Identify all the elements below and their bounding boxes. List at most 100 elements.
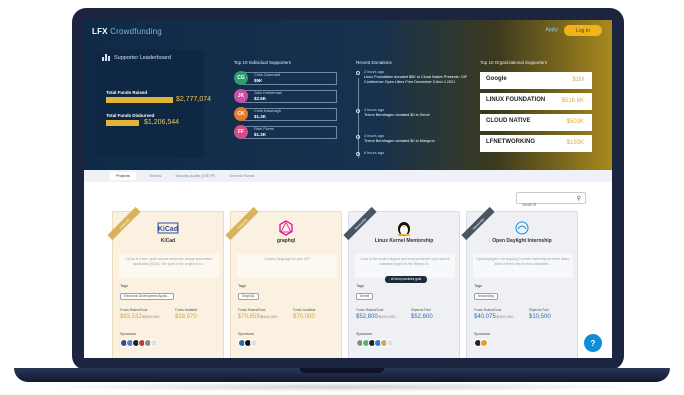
- tags-label: Tags: [238, 284, 247, 288]
- donation-text: Trevor Bernhagen donated $0 to Serve: [364, 113, 430, 117]
- org-item[interactable]: LFNETWORKING $193K: [480, 135, 592, 152]
- project-card[interactable]: Featured graphql A query language for your…: [225, 206, 342, 358]
- disbursed-label: Total Funds Disbursed: [106, 113, 155, 118]
- laptop-shadow: [40, 382, 644, 392]
- supporter-item[interactable]: Fidel Flores $1.3K FF: [234, 124, 338, 140]
- funds-available-value: $70,000: [293, 314, 315, 320]
- tags-label: Tags: [356, 284, 365, 288]
- org-name: CLOUD NATIVE: [486, 118, 531, 124]
- sponsors-label: Sponsors: [474, 332, 491, 336]
- org-name: Google: [486, 76, 507, 82]
- sponsor-avatars: [356, 339, 394, 347]
- tab-general-funds[interactable]: General Funds: [229, 174, 254, 178]
- raised-label: Total Funds Raised: [106, 90, 148, 95]
- login-button[interactable]: Log In: [564, 25, 602, 36]
- bar-chart-icon: [102, 54, 110, 61]
- funds-raised-value: $83,532/$100,000: [120, 314, 160, 320]
- opendaylight-logo-icon: [467, 220, 577, 236]
- project-card[interactable]: Mentorship Open Daylight Internship OpenDa…: [461, 206, 578, 358]
- project-card[interactable]: Mentorship Linux Kernel Mentorship Linux i…: [343, 206, 460, 358]
- funds-available-label: Funds Available: [175, 308, 198, 312]
- leaderboard-panel: [96, 50, 204, 158]
- supporter-avatar: CG: [234, 71, 248, 85]
- donation-text: Trevor Bernhagen donated $0 to Mangroo: [364, 139, 435, 143]
- search-input[interactable]: [517, 199, 573, 210]
- supporter-box: John Kreherman $2.5K: [243, 90, 337, 103]
- donations-title: Recent Donations: [356, 60, 392, 65]
- org-name: LFNETWORKING: [486, 139, 535, 145]
- funds-raised-value: $70,659/$100,000: [238, 314, 278, 320]
- tab-security-audits-ostif[interactable]: Security Audits (OSTIF): [175, 174, 215, 178]
- tab-projects[interactable]: Projects: [110, 172, 136, 180]
- supporter-item[interactable]: Chris Kassnagh $1.3K CK: [234, 106, 338, 122]
- timeline-dot: [356, 152, 360, 156]
- card-description: A query language for your API: [237, 254, 337, 278]
- supporter-box: Chris Kassnagh $1.3K: [243, 108, 337, 121]
- disbursed-value: $1,206,544: [144, 119, 180, 126]
- tags-label: Tags: [120, 284, 129, 288]
- org-item[interactable]: LINUX FOUNDATION $516.6K: [480, 93, 592, 110]
- supporter-item[interactable]: John Kreherman $2.5K JK: [234, 88, 338, 104]
- sponsors-label: Sponsors: [238, 332, 255, 336]
- tag-chip[interactable]: Kernel: [356, 293, 374, 300]
- tags-label: Tags: [474, 284, 483, 288]
- kicad-logo-icon: KiCad: [113, 220, 223, 236]
- raised-amount: $70,659: [238, 314, 260, 320]
- donation-time: 6 hours ago: [364, 151, 385, 155]
- supporter-avatar: CK: [234, 107, 248, 121]
- help-button[interactable]: ?: [584, 334, 602, 352]
- funds-available-label: Stipends Paid: [411, 308, 431, 312]
- card-description: KiCad is a free, open source electronic …: [119, 254, 219, 278]
- search-icon[interactable]: ⚲: [577, 195, 581, 202]
- graphql-logo-icon: [231, 220, 341, 236]
- donation-time: 4 hours ago: [364, 134, 385, 138]
- raised-amount: $52,800: [356, 314, 378, 320]
- donation-text: Linux Foundation donated $5K to Cloud Na…: [364, 75, 468, 84]
- apply-link[interactable]: Apply: [545, 27, 558, 33]
- funds-available-label: Funds Available: [293, 308, 316, 312]
- avatar[interactable]: [480, 339, 488, 347]
- tab-events[interactable]: Events: [150, 174, 162, 178]
- tag-chip[interactable]: GraphQL: [238, 293, 260, 300]
- timeline-line: [358, 78, 359, 158]
- raised-amount: $83,532: [120, 314, 142, 320]
- supporter-item[interactable]: Chris Guernsell $5K CG: [234, 70, 338, 86]
- card-title: Linux Kernel Mentorship: [374, 238, 434, 244]
- funds-raised-value: $40,075/$100,000: [474, 314, 514, 320]
- timeline-dot: [356, 109, 360, 113]
- raised-value: $2,777,074: [176, 96, 212, 103]
- card-title: graphql: [276, 238, 296, 244]
- avatar[interactable]: [150, 339, 158, 347]
- donation-time: 2 hours ago: [364, 70, 385, 74]
- funds-raised-value: $52,800/$100,000: [356, 314, 396, 320]
- sponsor-avatars: [474, 339, 488, 347]
- tag-chip[interactable]: Electronic Development Applic...: [120, 293, 174, 300]
- supporter-avatar: JK: [234, 89, 248, 103]
- funds-raised-label: Funds Raised/Goal: [474, 308, 502, 312]
- org-name: LINUX FOUNDATION: [486, 97, 546, 103]
- tux-penguin-icon: [349, 220, 459, 236]
- supporter-amount: $2.5K: [254, 96, 267, 101]
- funds-raised-label: Funds Raised/Goal: [356, 308, 384, 312]
- card-description: Linux is the world's largest and most pe…: [355, 254, 455, 278]
- browser-screen: LFX Crowdfunding Apply Log In Supporter …: [84, 20, 612, 358]
- card-title: KiCad: [160, 238, 176, 244]
- sponsors-label: Sponsors: [120, 332, 137, 336]
- timeline-dot: [356, 71, 360, 75]
- project-card[interactable]: Featured KiCad KiCad KiCad is a free, open …: [107, 206, 224, 358]
- avatar[interactable]: [386, 339, 394, 347]
- tab-bar: Projects Events Security Audits (OSTIF) Gen…: [84, 170, 612, 182]
- tag-chip[interactable]: Networking: [474, 293, 498, 300]
- org-item[interactable]: Google $1M: [480, 72, 592, 89]
- supporter-avatar: FF: [234, 125, 248, 139]
- avatar[interactable]: [250, 339, 258, 347]
- org-item[interactable]: CLOUD NATIVE $503K: [480, 114, 592, 131]
- supporter-box: Fidel Flores $1.3K: [243, 126, 337, 139]
- funds-available-value: $52,600: [411, 314, 433, 320]
- app-logo[interactable]: LFX Crowdfunding: [92, 27, 162, 36]
- org-amount: $516.6K: [561, 98, 584, 104]
- sponsors-label: Sponsors: [356, 332, 373, 336]
- supporter-box: Chris Guernsell $5K: [243, 72, 337, 85]
- search-box[interactable]: ⚲: [516, 192, 586, 210]
- svg-text:KiCad: KiCad: [158, 226, 178, 233]
